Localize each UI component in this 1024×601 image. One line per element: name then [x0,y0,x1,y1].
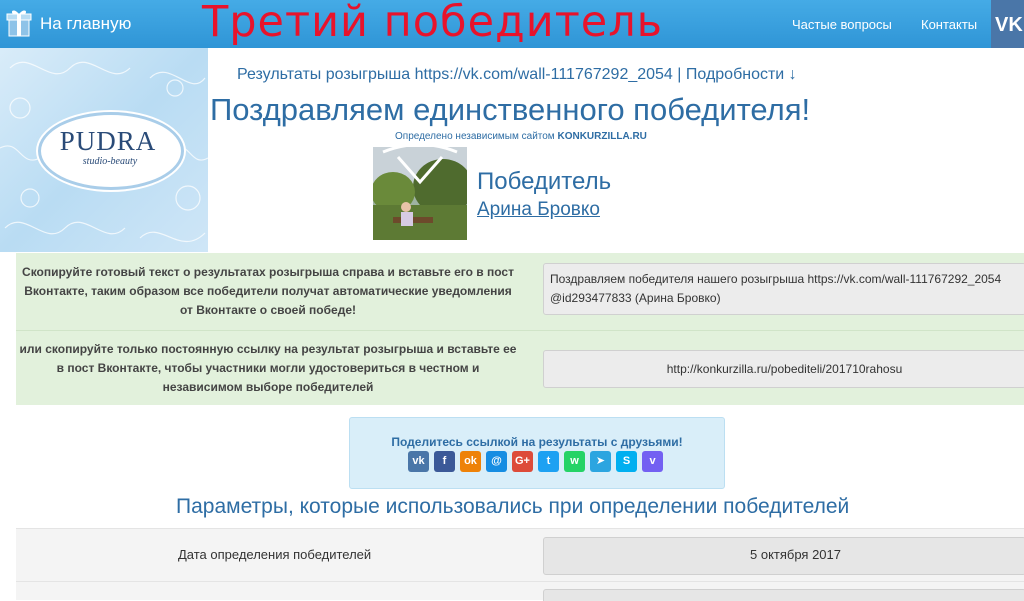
details-link[interactable]: Подробности ↓ [686,66,797,83]
winner-avatar[interactable] [373,147,467,240]
params-next-field [543,589,1024,601]
banner-subtitle: studio-beauty [82,156,138,167]
copy-instruction-1: Скопируйте готовый текст о результатах р… [22,265,514,317]
determined-by-note: Определено независимым сайтом KONKURZILL… [395,131,647,142]
congrats-heading: Поздравляем единственного победителя! [210,92,811,127]
determined-site: KONKURZILLA.RU [557,131,647,142]
whatsapp-icon[interactable]: w [564,451,585,472]
determined-text: Определено независимым сайтом [395,131,555,142]
googleplus-icon[interactable]: G+ [512,451,533,472]
nav-faq-link[interactable]: Частые вопросы [792,17,892,32]
params-date-value: 5 октября 2017 [750,547,841,562]
facebook-icon[interactable]: f [434,451,455,472]
home-link[interactable]: На главную [40,14,131,34]
vk-icon[interactable]: vk [408,451,429,472]
svg-text:VK: VK [995,14,1023,35]
results-text-field[interactable]: Поздравляем победителя нашего розыгрыша … [543,263,1024,315]
copy-row-divider [16,330,1024,331]
results-text-value: Поздравляем победителя нашего розыгрыша … [550,272,1002,305]
winner-photo-image [373,147,467,240]
results-prefix: Результаты розыгрыша [237,66,411,83]
telegram-icon[interactable]: ➤ [590,451,611,472]
winner-label: Победитель [477,168,612,195]
viber-icon[interactable]: v [642,451,663,472]
share-title: Поделитесь ссылкой на результаты с друзь… [391,435,683,449]
moimir-icon[interactable]: @ [486,451,507,472]
params-heading: Параметры, которые использовались при оп… [176,495,850,518]
results-line: Результаты розыгрыша https://vk.com/wall… [237,66,797,84]
results-permalink-value: http://konkurzilla.ru/pobediteli/201710r… [666,362,903,376]
share-box: Поделитесь ссылкой на результаты с друзь… [349,417,725,489]
vk-login-button[interactable]: VK [991,0,1024,48]
skype-icon[interactable]: S [616,451,637,472]
results-permalink-field[interactable]: http://konkurzilla.ru/pobediteli/201710r… [543,350,1024,388]
results-separator: | [677,66,682,83]
vk-logo-icon: VK [995,14,1023,35]
banner-brand: PUDRA [59,126,157,156]
home-gift-icon[interactable] [6,8,32,38]
params-date-label: Дата определения победителей [178,547,372,562]
winner-name-link[interactable]: Арина Бровко [477,199,600,221]
twitter-icon[interactable]: t [538,451,559,472]
nav-contacts-link[interactable]: Контакты [921,17,977,32]
odnoklassniki-icon[interactable]: ok [460,451,481,472]
contest-post-link[interactable]: https://vk.com/wall-111767292_2054 [415,66,673,83]
copy-instruction-2: или скопируйте только постоянную ссылку … [19,342,517,394]
pudra-banner: PUDRA studio-beauty [0,48,208,252]
overlay-caption: Третий победитель [202,0,664,47]
